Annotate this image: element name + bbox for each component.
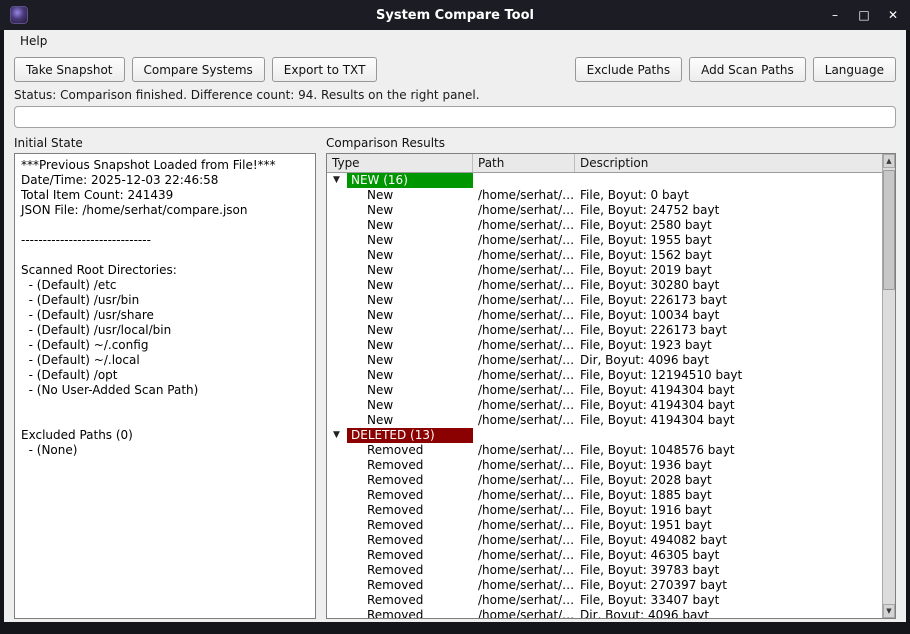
exclude-paths-button[interactable]: Exclude Paths (575, 57, 682, 82)
window-title: System Compare Tool (0, 8, 910, 23)
tree-row[interactable]: New/home/serhat/…Dir, Boyut: 4096 bayt (327, 353, 882, 368)
tree-row[interactable]: New/home/serhat/…File, Boyut: 30280 bayt (327, 278, 882, 293)
column-header-type[interactable]: Type (327, 154, 473, 172)
initial-state-text: ***Previous Snapshot Loaded from File!**… (21, 158, 309, 458)
app-icon[interactable] (10, 6, 28, 24)
tree-row[interactable]: New/home/serhat/…File, Boyut: 10034 bayt (327, 308, 882, 323)
window-controls: – □ ✕ (828, 0, 900, 30)
tree-group-row[interactable]: ▼NEW (16) (327, 173, 882, 188)
tree-row[interactable]: New/home/serhat/…File, Boyut: 12194510 b… (327, 368, 882, 383)
tree-row[interactable]: Removed/home/serhat/…File, Boyut: 494082… (327, 533, 882, 548)
tree-row[interactable]: New/home/serhat/…File, Boyut: 1923 bayt (327, 338, 882, 353)
add-scan-paths-button[interactable]: Add Scan Paths (689, 57, 806, 82)
tree-header: Type Path Description (327, 154, 882, 173)
initial-state-panel[interactable]: ***Previous Snapshot Loaded from File!**… (14, 153, 316, 619)
comparison-results-label: Comparison Results (326, 136, 896, 150)
tree-row[interactable]: Removed/home/serhat/…File, Boyut: 1951 b… (327, 518, 882, 533)
tree-row[interactable]: Removed/home/serhat/…File, Boyut: 1885 b… (327, 488, 882, 503)
panel-labels: Initial State Comparison Results (4, 128, 906, 153)
tree-row[interactable]: New/home/serhat/…File, Boyut: 226173 bay… (327, 323, 882, 338)
tree-row[interactable]: New/home/serhat/…File, Boyut: 226173 bay… (327, 293, 882, 308)
titlebar: System Compare Tool – □ ✕ (0, 0, 910, 30)
menubar: Help (4, 30, 906, 52)
tree-row[interactable]: Removed/home/serhat/…File, Boyut: 2028 b… (327, 473, 882, 488)
results-tree: Type Path Description ▼NEW (16)New/home/… (327, 154, 882, 618)
expander-icon[interactable]: ▼ (333, 173, 347, 188)
comparison-results-panel: Type Path Description ▼NEW (16)New/home/… (326, 153, 896, 619)
maximize-button[interactable]: □ (857, 0, 871, 30)
scrollbar-track[interactable] (883, 168, 895, 604)
tree-row[interactable]: Removed/home/serhat/…Dir, Boyut: 4096 ba… (327, 608, 882, 618)
expander-icon[interactable]: ▼ (333, 428, 347, 443)
tree-row[interactable]: New/home/serhat/…File, Boyut: 24752 bayt (327, 203, 882, 218)
column-header-description[interactable]: Description (575, 154, 882, 172)
tree-row[interactable]: Removed/home/serhat/…File, Boyut: 1916 b… (327, 503, 882, 518)
export-to-txt-button[interactable]: Export to TXT (272, 57, 378, 82)
tree-row[interactable]: Removed/home/serhat/…File, Boyut: 46305 … (327, 548, 882, 563)
tree-row[interactable]: New/home/serhat/…File, Boyut: 1955 bayt (327, 233, 882, 248)
column-header-path[interactable]: Path (473, 154, 575, 172)
toolbar: Take Snapshot Compare Systems Export to … (4, 52, 906, 85)
tree-row[interactable]: New/home/serhat/…File, Boyut: 2580 bayt (327, 218, 882, 233)
tree-row[interactable]: New/home/serhat/…File, Boyut: 4194304 ba… (327, 398, 882, 413)
tree-row[interactable]: New/home/serhat/…File, Boyut: 1562 bayt (327, 248, 882, 263)
panels: ***Previous Snapshot Loaded from File!**… (4, 153, 906, 622)
tree-row[interactable]: Removed/home/serhat/…File, Boyut: 33407 … (327, 593, 882, 608)
take-snapshot-button[interactable]: Take Snapshot (14, 57, 125, 82)
tree-body: ▼NEW (16)New/home/serhat/…File, Boyut: 0… (327, 173, 882, 618)
client-area: Help Take Snapshot Compare Systems Expor… (4, 30, 906, 622)
tree-row[interactable]: New/home/serhat/…File, Boyut: 0 bayt (327, 188, 882, 203)
initial-state-label: Initial State (14, 136, 326, 150)
tree-row[interactable]: New/home/serhat/…File, Boyut: 4194304 ba… (327, 383, 882, 398)
tree-row[interactable]: New/home/serhat/…File, Boyut: 4194304 ba… (327, 413, 882, 428)
tree-row[interactable]: Removed/home/serhat/…File, Boyut: 39783 … (327, 563, 882, 578)
tree-row[interactable]: Removed/home/serhat/…File, Boyut: 270397… (327, 578, 882, 593)
scroll-up-button[interactable]: ▲ (883, 154, 895, 168)
tree-group-row[interactable]: ▼DELETED (13) (327, 428, 882, 443)
compare-systems-button[interactable]: Compare Systems (132, 57, 265, 82)
tree-row[interactable]: Removed/home/serhat/…File, Boyut: 104857… (327, 443, 882, 458)
status-text: Status: Comparison finished. Difference … (4, 85, 906, 106)
minimize-button[interactable]: – (828, 0, 842, 30)
screen: System Compare Tool – □ ✕ Help Take Snap… (0, 0, 910, 634)
menu-help[interactable]: Help (16, 32, 51, 50)
language-button[interactable]: Language (813, 57, 896, 82)
group-label: NEW (16) (347, 173, 473, 188)
filter-input[interactable] (14, 106, 896, 128)
tree-row[interactable]: New/home/serhat/…File, Boyut: 2019 bayt (327, 263, 882, 278)
tree-row[interactable]: Removed/home/serhat/…File, Boyut: 1936 b… (327, 458, 882, 473)
vertical-scrollbar[interactable]: ▲ ▼ (882, 154, 895, 618)
scroll-down-button[interactable]: ▼ (883, 604, 895, 618)
close-button[interactable]: ✕ (886, 0, 900, 30)
group-label: DELETED (13) (347, 428, 473, 443)
scrollbar-thumb[interactable] (883, 170, 895, 290)
